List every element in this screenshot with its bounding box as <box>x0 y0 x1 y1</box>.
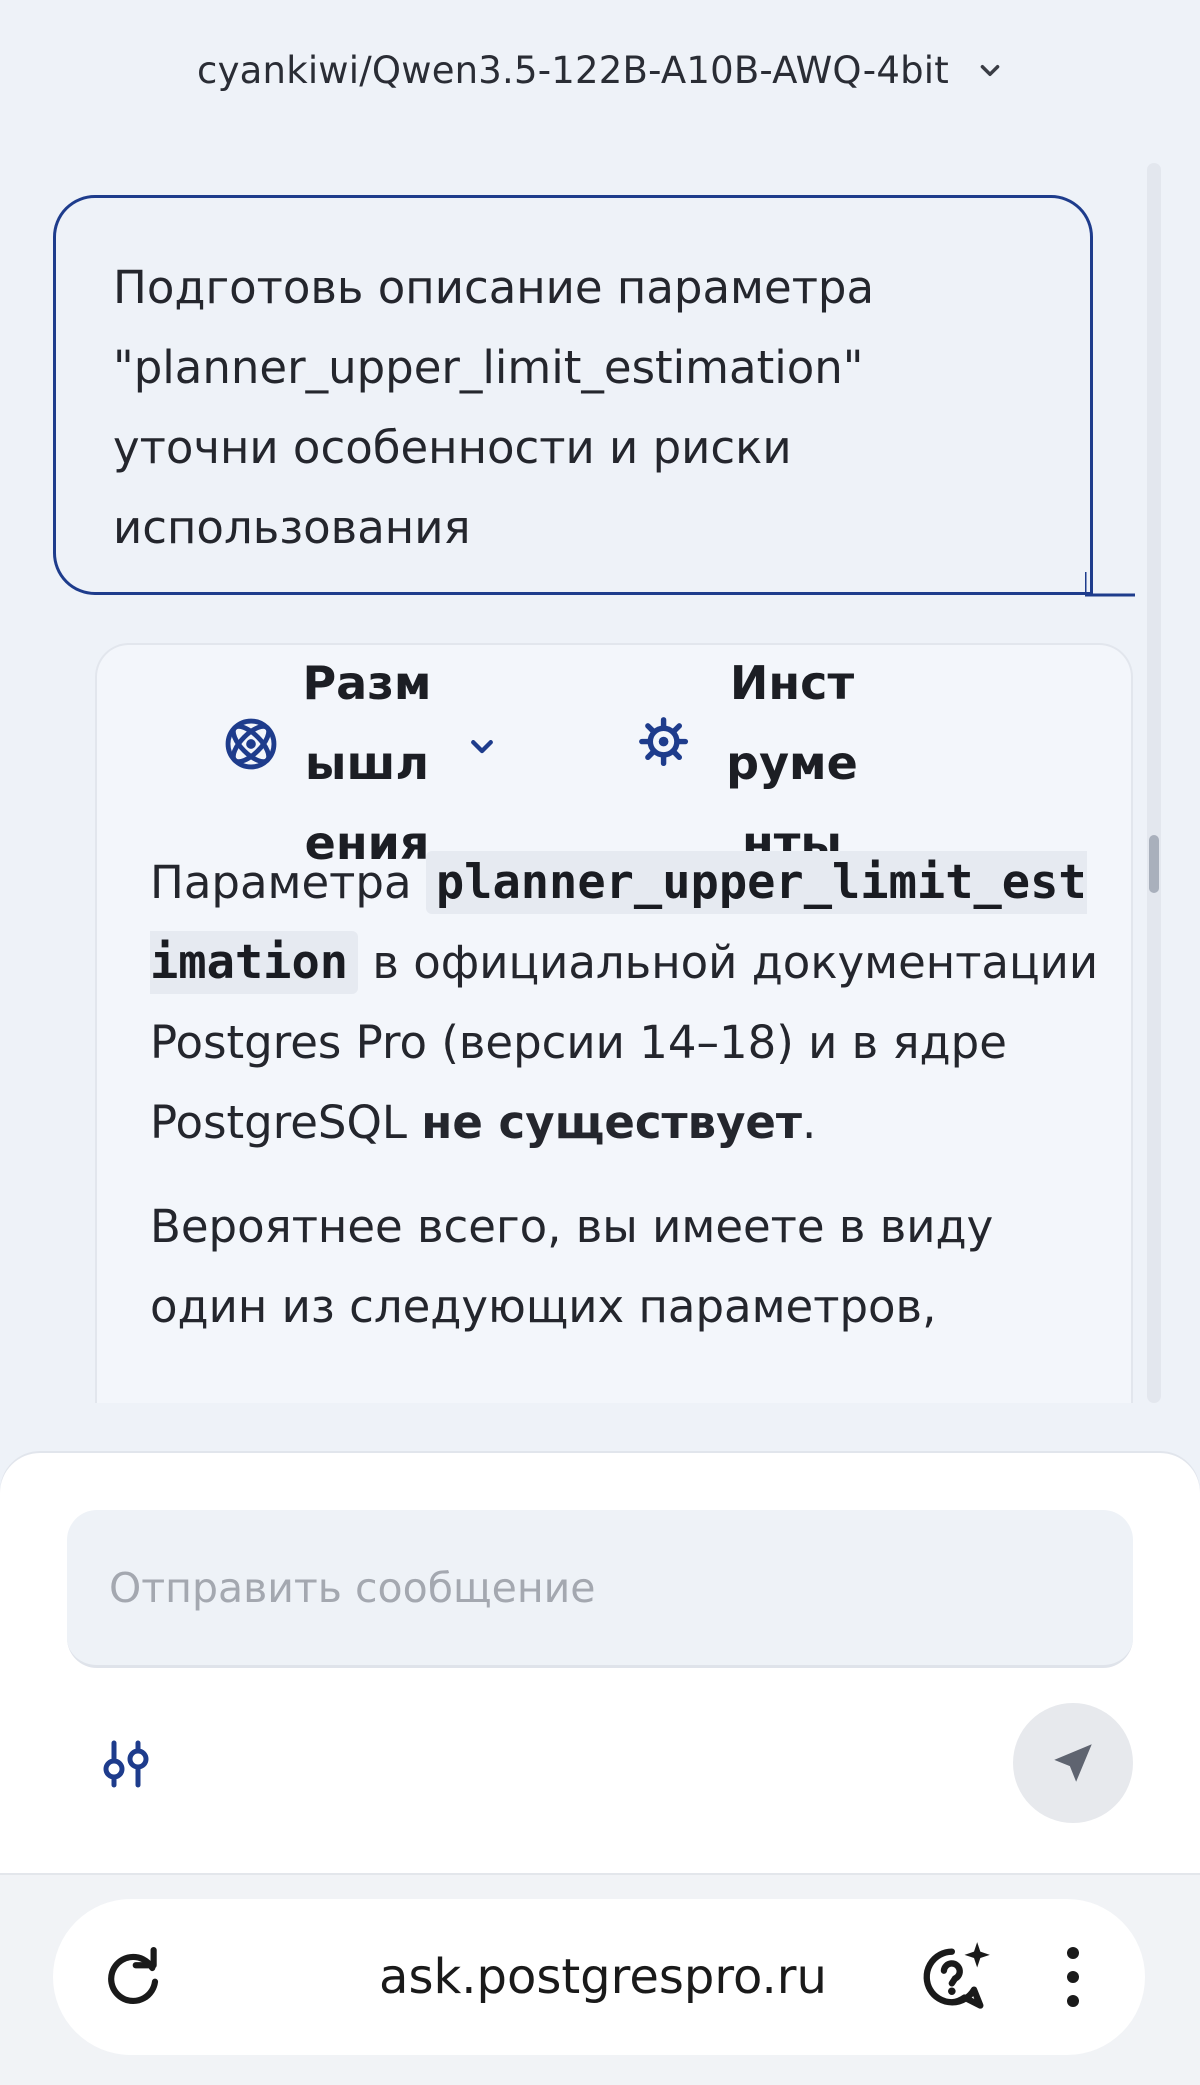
sliders-icon <box>103 1740 149 1788</box>
gear-icon <box>639 717 689 767</box>
thinking-icon <box>225 718 277 770</box>
reload-icon <box>108 1947 159 2005</box>
user-message-bubble: Подготовь описание параметра "planner_up… <box>53 195 1093 595</box>
user-message-text: Подготовь описание параметра "planner_up… <box>113 261 875 554</box>
help-sparkle-icon <box>923 1942 990 2009</box>
assistant-tool-row: Размышления Инструменты <box>97 645 1131 870</box>
chat-scrollbar-thumb[interactable] <box>1149 835 1159 893</box>
chevron-down-icon[interactable] <box>977 57 1003 83</box>
chevron-down-icon[interactable] <box>467 731 497 761</box>
thinking-toggle[interactable]: Размышления <box>222 645 552 870</box>
url-text[interactable]: ask.postgrespro.ru <box>223 1899 983 2055</box>
para1-suffix: . <box>802 1096 817 1149</box>
assistant-answer-text: Параметра planner_upper_limit_estimation… <box>150 843 1110 1371</box>
answer-paragraph-1: Параметра planner_upper_limit_estimation… <box>150 843 1110 1163</box>
answer-paragraph-2: Вероятнее всего, вы имеете в виду один и… <box>150 1200 994 1333</box>
message-input[interactable] <box>67 1510 1133 1668</box>
more-menu-button[interactable] <box>1043 1935 1103 2019</box>
more-vertical-icon <box>1067 1947 1079 2007</box>
send-button[interactable] <box>1013 1703 1133 1823</box>
chat-scrollbar-track[interactable] <box>1147 163 1161 1403</box>
bubble-tail <box>1085 572 1135 597</box>
address-bar[interactable]: ask.postgrespro.ru <box>53 1899 1145 2055</box>
model-selector[interactable]: cyankiwi/Qwen3.5-122B-A10B-AWQ-4bit <box>0 0 1200 140</box>
tools-toggle[interactable]: Инструменты <box>639 645 1057 870</box>
assistant-answer-card: Размышления Инструменты Параметра planne… <box>95 643 1133 1403</box>
browser-bottom-bar: ask.postgrespro.ru <box>0 1873 1200 2085</box>
send-icon <box>1054 1744 1092 1782</box>
settings-button[interactable] <box>92 1730 160 1798</box>
message-composer <box>0 1453 1200 1873</box>
reload-button[interactable] <box>93 1939 173 2019</box>
model-name[interactable]: cyankiwi/Qwen3.5-122B-A10B-AWQ-4bit <box>197 49 949 92</box>
para1-prefix: Параметра <box>150 856 426 909</box>
help-button[interactable] <box>913 1935 997 2019</box>
para1-bold: не существует <box>421 1096 803 1149</box>
